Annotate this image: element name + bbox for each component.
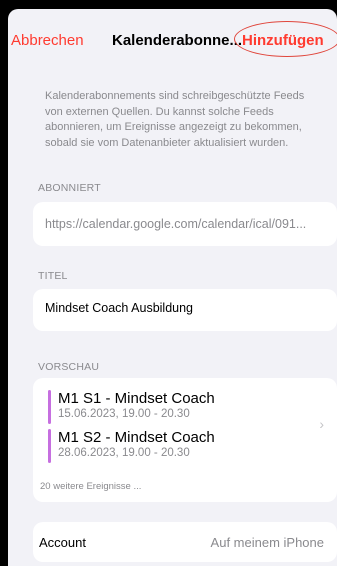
- title-field[interactable]: Mindset Coach Ausbildung: [45, 301, 193, 315]
- preview-event: M1 S2 - Mindset Coach 28.06.2023, 19.00 …: [48, 429, 298, 463]
- account-row[interactable]: Account Auf meinem iPhone: [33, 522, 337, 562]
- subscription-url: https://calendar.google.com/calendar/ica…: [45, 217, 307, 231]
- event-time: 15.06.2023, 19.00 - 20.30: [58, 408, 190, 420]
- preview-card[interactable]: M1 S1 - Mindset Coach 15.06.2023, 19.00 …: [33, 378, 337, 502]
- account-value: Auf meinem iPhone: [210, 535, 324, 550]
- subscribed-section-header: ABONNIERT: [38, 182, 101, 194]
- title-card[interactable]: Mindset Coach Ausbildung: [33, 289, 337, 331]
- more-events-label: 20 weitere Ereignisse ...: [40, 481, 142, 492]
- event-title: M1 S2 - Mindset Coach: [58, 429, 215, 446]
- page-title: Kalenderabonne...: [112, 32, 243, 49]
- account-label: Account: [39, 535, 86, 550]
- cancel-button[interactable]: Abbrechen: [11, 32, 84, 49]
- calendar-color-bar: [48, 429, 51, 463]
- intro-description: Kalenderabonnements sind schreibgeschütz…: [45, 90, 305, 149]
- event-title: M1 S1 - Mindset Coach: [58, 390, 215, 407]
- event-time: 28.06.2023, 19.00 - 20.30: [58, 447, 190, 459]
- chevron-right-icon[interactable]: ›: [319, 416, 324, 432]
- subscribed-url-card: https://calendar.google.com/calendar/ica…: [33, 202, 337, 246]
- preview-section-header: VORSCHAU: [38, 361, 100, 373]
- calendar-color-bar: [48, 390, 51, 424]
- subscription-sheet: Abbrechen Kalenderabonne... Hinzufügen K…: [8, 9, 337, 566]
- highlight-circle-annotation: [234, 21, 337, 57]
- navigation-bar: Abbrechen Kalenderabonne... Hinzufügen: [8, 9, 337, 65]
- preview-event: M1 S1 - Mindset Coach 15.06.2023, 19.00 …: [48, 390, 298, 424]
- title-section-header: TITEL: [38, 270, 68, 282]
